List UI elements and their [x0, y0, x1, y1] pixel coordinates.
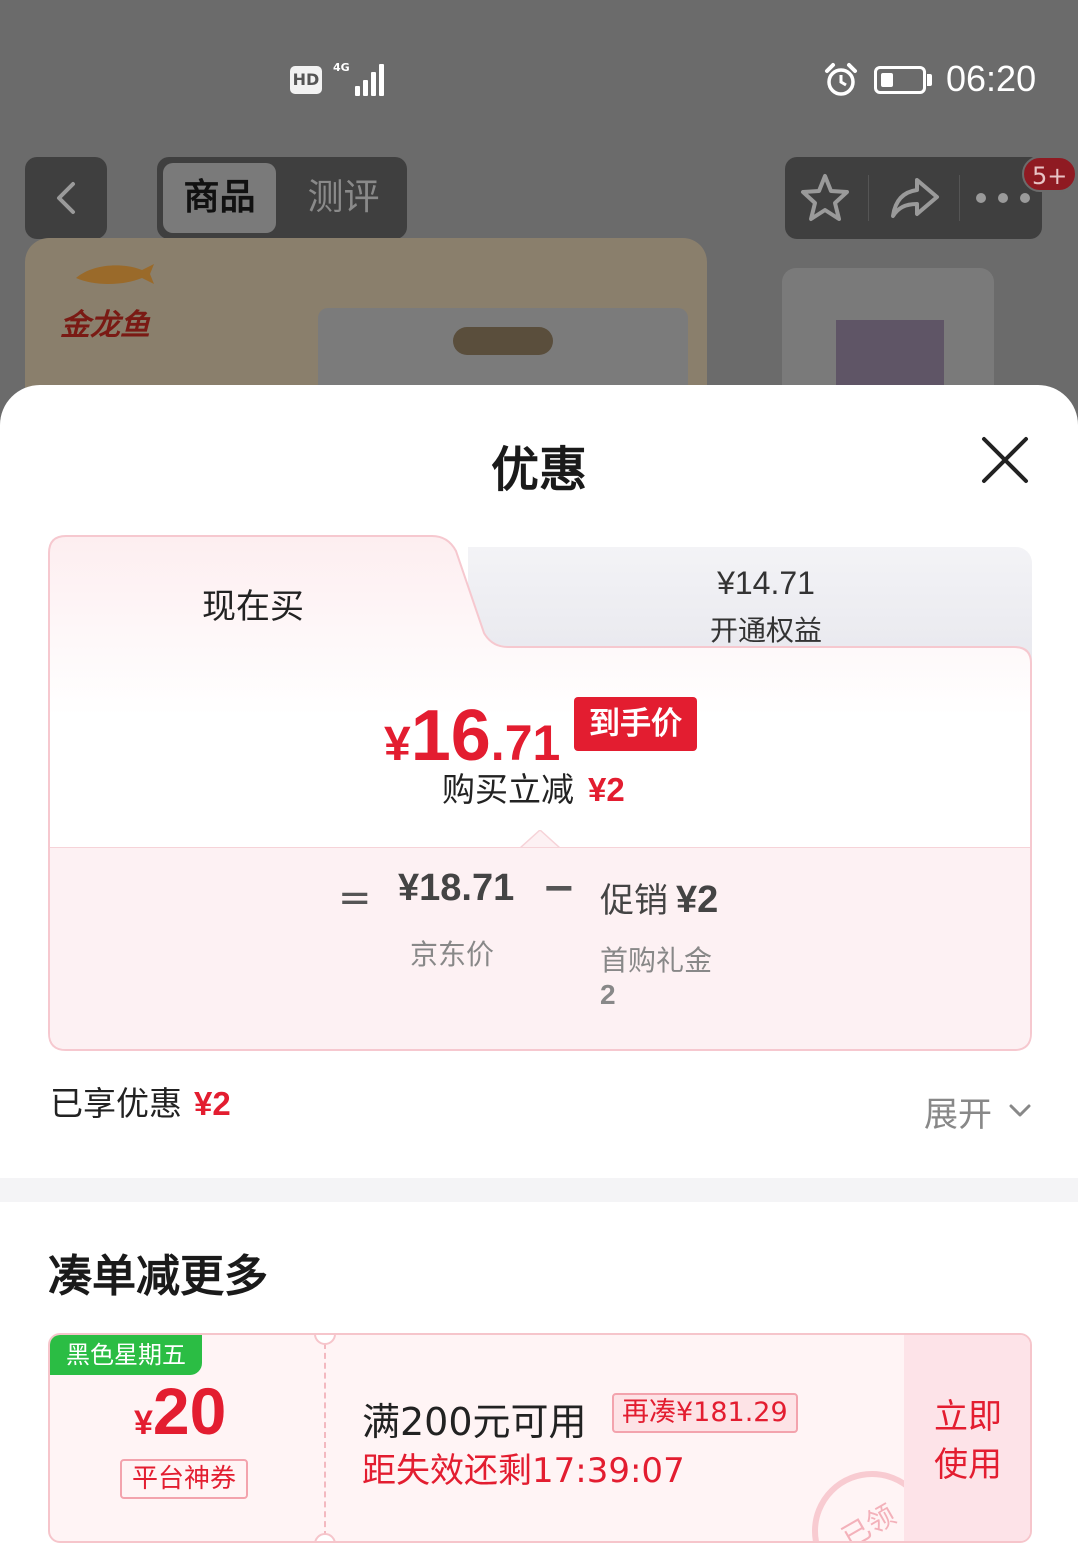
status-bar: HD 4G 06:20 — [0, 0, 1078, 150]
expand-button[interactable]: 展开 — [924, 1087, 992, 1136]
final-price-currency: ¥ — [384, 718, 411, 771]
jd-price-label: 京东价 — [410, 938, 495, 971]
tab-product[interactable]: 商品 — [163, 163, 276, 233]
alarm-icon — [825, 63, 857, 96]
signal-icon: 4G — [333, 62, 389, 96]
final-price-tag: 到手价 — [574, 697, 697, 751]
top-actions — [785, 157, 1042, 239]
coupon-notch — [314, 1335, 336, 1345]
promo-label: 促销 — [600, 881, 668, 921]
share-icon — [891, 178, 939, 218]
coupon-event-badge: 黑色星期五 — [50, 1335, 202, 1375]
network-type: 4G — [333, 61, 350, 74]
enjoyed-discount: 已享优惠 ¥2 — [50, 1077, 231, 1125]
coupon-countdown: 距失效还剩17:39:07 — [362, 1451, 685, 1491]
close-icon[interactable] — [978, 433, 1032, 487]
coupon-currency: ¥ — [134, 1404, 153, 1442]
status-time: 06:20 — [946, 58, 1037, 99]
jd-price-value: ¥18.71 — [398, 867, 515, 909]
message-count-badge: 5+ — [1022, 156, 1078, 192]
price-card: 现在买 ¥14.71 开通权益 ¥16.71 到手价 购买立减 ¥2 = ¥18.… — [48, 535, 1032, 1051]
brand-logo-fish — [76, 264, 154, 284]
chevron-down-icon[interactable] — [1006, 1097, 1034, 1125]
use-coupon-label: 立即使用 — [934, 1397, 1002, 1485]
tab-buy-now[interactable]: 现在买 — [48, 579, 458, 628]
first-purchase-gift-value: 2 — [600, 979, 616, 1010]
more-discounts-title: 凑单减更多 — [48, 1251, 268, 1302]
formula-equals: = — [338, 875, 372, 921]
coupon-add-more: 再凑¥181.29 — [612, 1393, 798, 1433]
caret-pointer — [520, 830, 560, 848]
star-icon — [801, 174, 849, 221]
coupon-value: 20 — [152, 1374, 227, 1448]
price-formula: = ¥18.71 京东价 − 促销 ¥2 首购礼金 2 — [50, 830, 1030, 1049]
first-purchase-gift-label: 首购礼金 — [600, 944, 713, 977]
more-icon — [976, 193, 1030, 203]
instant-discount-amount: ¥2 — [588, 771, 625, 808]
coupon-amount: ¥20 — [134, 1373, 226, 1449]
coupon-condition: 满200元可用 — [362, 1400, 587, 1444]
use-coupon-button[interactable]: 立即使用 — [904, 1335, 1030, 1541]
sheet-title: 优惠 — [490, 442, 587, 498]
formula-minus: − — [542, 865, 576, 911]
enjoyed-discount-label: 已享优惠 — [50, 1084, 182, 1123]
coupon-notch — [314, 1533, 336, 1541]
back-button[interactable] — [25, 157, 107, 239]
claimed-stamp-text: 已领 — [836, 1498, 902, 1543]
promo-discount: 促销 ¥2 — [600, 873, 718, 922]
instant-discount: 购买立减 ¥2 — [442, 763, 625, 811]
favorite-button[interactable] — [785, 157, 865, 239]
coupon-card[interactable]: 黑色星期五 ¥20 平台神券 满200元可用 再凑¥181.29 距失效还剩17… — [48, 1333, 1032, 1543]
battery-icon — [874, 66, 932, 94]
tab-member-label[interactable]: 开通权益 — [608, 609, 924, 649]
coupon-type: 平台神券 — [120, 1459, 249, 1499]
discount-sheet: 优惠 现在买 ¥14.71 开通权益 ¥16.71 到手价 购买立减 ¥2 = … — [0, 385, 1078, 1554]
product-bag-handle — [453, 327, 553, 355]
coupon-perforation — [324, 1343, 326, 1537]
product-tabs: 商品 测评 — [157, 157, 407, 239]
share-button[interactable] — [875, 157, 955, 239]
tab-member-price: ¥14.71 — [717, 565, 815, 601]
chevron-left-icon — [57, 182, 75, 214]
hd-icon: HD — [290, 66, 322, 94]
instant-discount-label: 购买立减 — [442, 770, 574, 809]
section-divider — [0, 1178, 1078, 1202]
tab-review[interactable]: 测评 — [287, 163, 400, 233]
promo-value: ¥2 — [676, 879, 719, 921]
enjoyed-discount-amount: ¥2 — [194, 1085, 231, 1122]
product-page-background: HD 4G 06:20 商品 测评 5+ 金龙鱼 — [0, 0, 1078, 420]
brand-logo: 金龙鱼 — [60, 308, 150, 343]
